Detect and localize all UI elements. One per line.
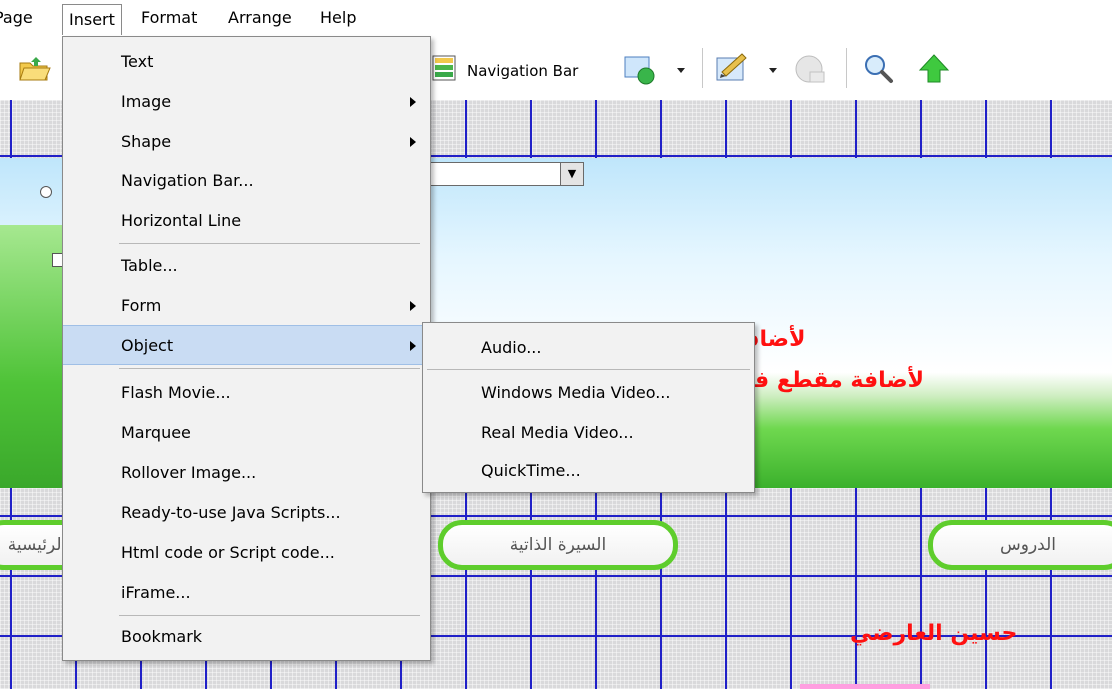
- menu-item-shape[interactable]: Shape: [63, 122, 430, 162]
- menu-divider: [119, 243, 420, 244]
- chevron-down-icon[interactable]: ▼: [560, 163, 583, 185]
- menu-item-object[interactable]: Object: [63, 325, 430, 365]
- menu-divider: [427, 369, 750, 370]
- menu-item-table[interactable]: Table...: [63, 246, 430, 286]
- nav-button-label: الرئيسية: [7, 535, 67, 555]
- web-object-icon[interactable]: [792, 52, 832, 88]
- submenu-item-quicktime[interactable]: QuickTime...: [423, 451, 754, 491]
- zoom-icon[interactable]: [862, 52, 896, 86]
- menu-item-java-scripts[interactable]: Ready-to-use Java Scripts...: [63, 493, 430, 533]
- menu-help[interactable]: Help: [320, 8, 356, 27]
- submenu-arrow-icon: [410, 97, 416, 107]
- menu-divider: [119, 368, 420, 369]
- submenu-arrow-icon: [410, 341, 416, 351]
- menu-insert[interactable]: Insert: [62, 4, 122, 35]
- menu-item-form[interactable]: Form: [63, 286, 430, 326]
- menu-format[interactable]: Format: [141, 8, 197, 27]
- open-folder-icon[interactable]: [18, 54, 52, 84]
- object-submenu: Audio... Windows Media Video... Real Med…: [422, 322, 755, 493]
- form-edit-icon[interactable]: [714, 50, 754, 86]
- menu-item-horizontal-line[interactable]: Horizontal Line: [63, 201, 430, 241]
- menu-arrange[interactable]: Arrange: [228, 8, 292, 27]
- nav-button-label: الدروس: [1000, 535, 1056, 555]
- menu-item-marquee[interactable]: Marquee: [63, 413, 430, 453]
- submenu-arrow-icon: [410, 301, 416, 311]
- nav-button-label: السيرة الذاتية: [509, 535, 607, 555]
- menu-item-rollover-image[interactable]: Rollover Image...: [63, 453, 430, 493]
- arrow-up-icon[interactable]: [916, 52, 956, 86]
- menu-item-flash-movie[interactable]: Flash Movie...: [63, 373, 430, 413]
- menu-divider: [119, 615, 420, 616]
- insert-menu: Text Image Shape Navigation Bar... Horiz…: [62, 36, 431, 661]
- canvas-element-edge: [800, 684, 930, 689]
- insert-object-icon[interactable]: [622, 54, 662, 86]
- author-name: حسين العارضي: [850, 621, 1018, 646]
- submenu-arrow-icon: [410, 137, 416, 147]
- menu-item-image[interactable]: Image: [63, 82, 430, 122]
- menu-bar: Page Insert Format Arrange Help: [0, 0, 1112, 36]
- nav-button-cv[interactable]: السيرة الذاتية: [438, 520, 678, 570]
- submenu-item-windows-media-video[interactable]: Windows Media Video...: [423, 373, 754, 413]
- menu-item-text[interactable]: Text: [63, 42, 430, 82]
- menu-page[interactable]: Page: [0, 8, 33, 27]
- menu-item-html-code[interactable]: Html code or Script code...: [63, 533, 430, 573]
- navigation-bar-icon[interactable]: [430, 52, 460, 84]
- dropdown-arrow-icon[interactable]: [768, 66, 780, 76]
- dropdown-arrow-icon[interactable]: [676, 66, 688, 76]
- submenu-item-real-media-video[interactable]: Real Media Video...: [423, 413, 754, 453]
- toolbar-separator: [702, 48, 703, 88]
- submenu-item-audio[interactable]: Audio...: [423, 328, 754, 368]
- combo-box[interactable]: ▼: [430, 162, 584, 186]
- menu-item-navigation-bar[interactable]: Navigation Bar...: [63, 161, 430, 201]
- nav-button-lessons[interactable]: الدروس: [928, 520, 1112, 570]
- navigation-bar-button[interactable]: Navigation Bar: [467, 62, 578, 80]
- radio-button[interactable]: [40, 186, 52, 198]
- toolbar-separator: [846, 48, 847, 88]
- menu-item-iframe[interactable]: iFrame...: [63, 573, 430, 613]
- menu-item-bookmark[interactable]: Bookmark: [63, 617, 430, 657]
